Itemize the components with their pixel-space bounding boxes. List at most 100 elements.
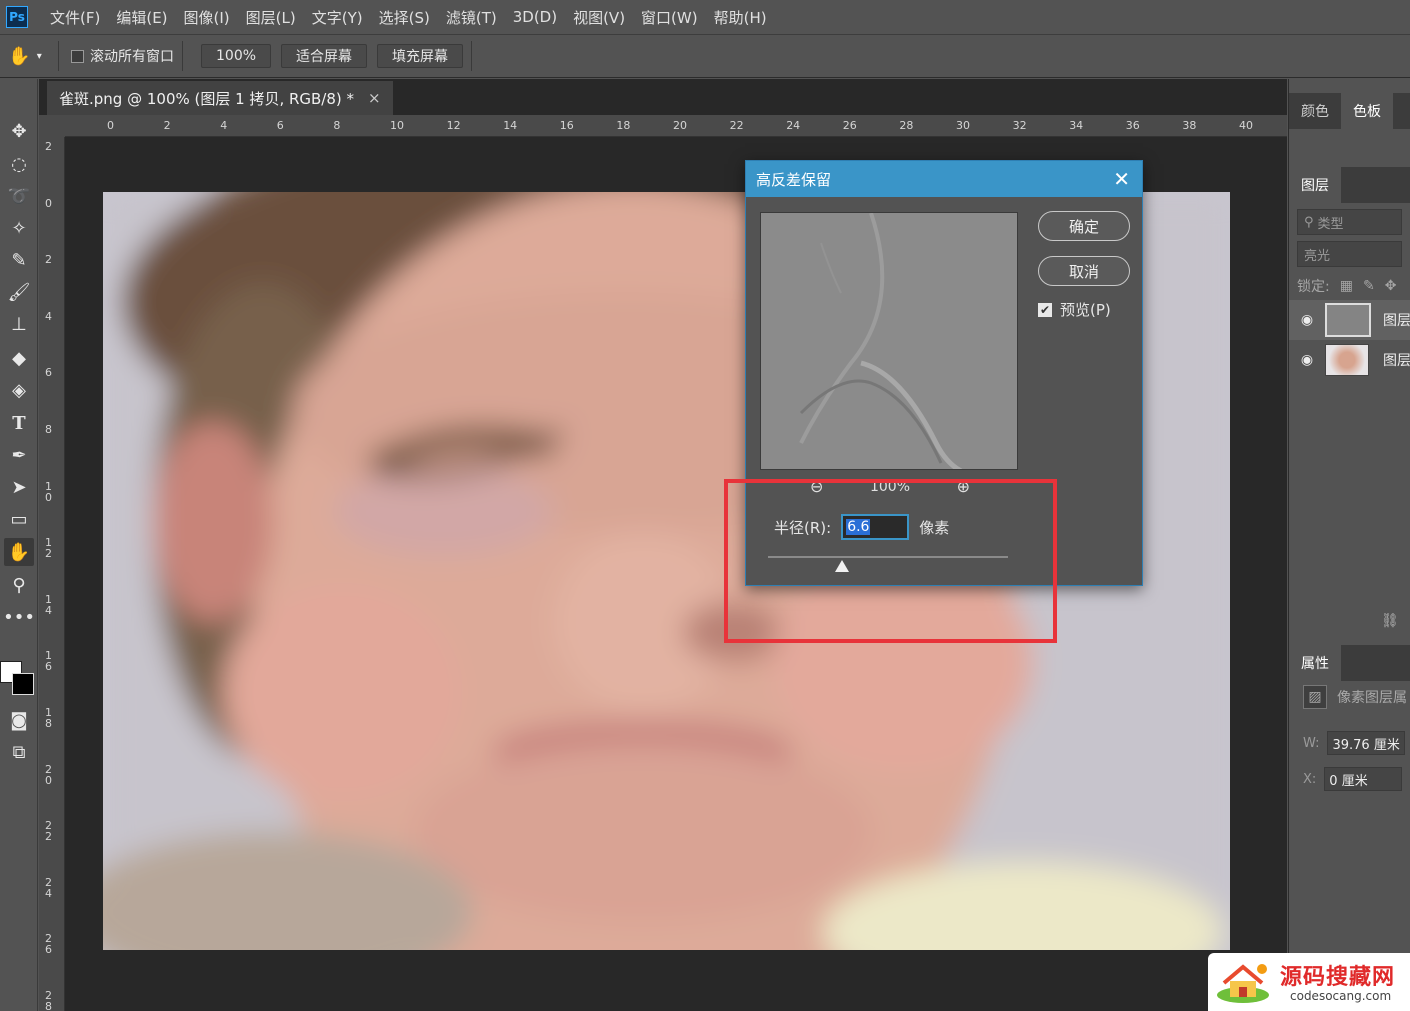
- lock-paint-icon[interactable]: ✎: [1363, 278, 1375, 294]
- hand-tool-icon[interactable]: ✋: [4, 538, 34, 566]
- pixel-layer-icon: ▨: [1303, 685, 1327, 709]
- visibility-eye-icon[interactable]: ◉: [1289, 352, 1325, 368]
- tab-properties[interactable]: 属性: [1289, 645, 1341, 681]
- ruler-v-label: 28: [45, 989, 52, 1011]
- ruler-v-label: 2: [45, 253, 52, 267]
- scroll-all-label: 滚动所有窗口: [90, 49, 174, 65]
- menu-view[interactable]: 视图(V): [565, 7, 633, 28]
- ruler-h-label: 30: [956, 119, 970, 132]
- type-tool-icon[interactable]: T: [4, 409, 34, 437]
- menu-filter[interactable]: 滤镜(T): [438, 7, 505, 28]
- lasso-tool-icon[interactable]: ➰: [4, 182, 34, 210]
- tool-panel: ✥ ◌ ➰ ✧ ✎ 🖌 ⊥ ◆ ◈ T ✒ ➤ ▭ ✋ ⚲ ••• ◙ ⧉: [0, 79, 38, 1011]
- fill-screen-button[interactable]: 填充屏幕: [377, 44, 464, 68]
- menu-layer[interactable]: 图层(L): [238, 7, 304, 28]
- watermark: 源码搜藏网 codesocang.com: [1208, 953, 1410, 1011]
- ok-button[interactable]: 确定: [1038, 211, 1130, 241]
- path-selection-tool-icon[interactable]: ➤: [4, 473, 34, 501]
- menu-select[interactable]: 选择(S): [371, 7, 438, 28]
- quick-mask-icon[interactable]: ◙: [4, 706, 34, 734]
- move-tool-icon[interactable]: ✥: [4, 117, 34, 145]
- layer-name: 图层: [1383, 353, 1410, 369]
- width-input[interactable]: 39.76 厘米: [1327, 731, 1406, 755]
- scroll-all-windows-toggle[interactable]: 滚动所有窗口: [71, 46, 174, 66]
- menu-type[interactable]: 文字(Y): [304, 7, 371, 28]
- magic-wand-tool-icon[interactable]: ✧: [4, 214, 34, 242]
- preview-checkbox[interactable]: ✔: [1038, 302, 1052, 317]
- document-tab-title: 雀斑.png @ 100% (图层 1 拷贝, RGB/8) *: [59, 89, 355, 108]
- eraser-tool-icon[interactable]: ◆: [4, 344, 34, 372]
- screen-mode-icon[interactable]: ⧉: [4, 738, 34, 766]
- ruler-h-label: 34: [1069, 119, 1084, 132]
- menu-image[interactable]: 图像(I): [176, 7, 238, 28]
- dialog-title: 高反差保留: [756, 170, 832, 189]
- properties-tabs: 属性: [1289, 645, 1410, 681]
- background-color-swatch[interactable]: [12, 673, 34, 695]
- lock-transparency-icon[interactable]: ▦: [1340, 278, 1353, 294]
- ruler-h-label: 20: [673, 119, 687, 132]
- rectangle-tool-icon[interactable]: ▭: [4, 505, 34, 533]
- menu-help[interactable]: 帮助(H): [706, 7, 775, 28]
- color-swatch-tabs: 颜色 色板: [1289, 93, 1410, 129]
- menu-bar: Ps 文件(F) 编辑(E) 图像(I) 图层(L) 文字(Y) 选择(S) 滤…: [0, 0, 1410, 34]
- filter-preview[interactable]: [760, 212, 1018, 470]
- layer-filter-field[interactable]: ⚲ 类型: [1297, 209, 1402, 235]
- watermark-subtitle: codesocang.com: [1290, 989, 1392, 1003]
- layer-row[interactable]: ◉ 图层: [1289, 300, 1410, 340]
- options-bar: ✋ ▾ 滚动所有窗口 100% 适合屏幕 填充屏幕: [0, 34, 1410, 78]
- ruler-h-label: 32: [1012, 119, 1027, 132]
- ruler-v-label: 22: [45, 819, 52, 844]
- close-icon[interactable]: ✕: [1113, 167, 1130, 191]
- paint-bucket-tool-icon[interactable]: ◈: [4, 376, 34, 404]
- menu-edit[interactable]: 编辑(E): [108, 7, 175, 28]
- eyedropper-tool-icon[interactable]: ✎: [4, 246, 34, 274]
- tab-layers[interactable]: 图层: [1289, 167, 1341, 203]
- ruler-h-label: 22: [729, 119, 744, 132]
- horizontal-ruler: 0 2 4 6 8 10 12 14 16 18 20 22 24 26 28 30 32 34 36 38 40: [65, 115, 1287, 137]
- document-tab[interactable]: 雀斑.png @ 100% (图层 1 拷贝, RGB/8) * ×: [47, 81, 393, 115]
- link-layers-icon[interactable]: ⛓: [1381, 613, 1399, 629]
- menu-window[interactable]: 窗口(W): [633, 7, 706, 28]
- highlight-annotation-box: [724, 479, 1057, 643]
- close-tab-icon[interactable]: ×: [368, 89, 381, 107]
- lock-position-icon[interactable]: ✥: [1385, 278, 1397, 294]
- ruler-v-label: 18: [45, 706, 52, 730]
- ruler-h-label: 28: [899, 119, 914, 132]
- x-input[interactable]: 0 厘米: [1324, 767, 1403, 791]
- preview-toggle[interactable]: ✔ 预览(P): [1038, 299, 1111, 320]
- ruler-h-label: 36: [1125, 119, 1140, 132]
- layer-row[interactable]: ◉ 图层: [1289, 341, 1410, 379]
- hand-tool-preset-icon[interactable]: ✋ ▾: [0, 41, 50, 71]
- visibility-eye-icon[interactable]: ◉: [1289, 312, 1325, 328]
- house-logo-icon: [1217, 964, 1269, 1003]
- ruler-h-label: 38: [1182, 119, 1197, 132]
- tab-color[interactable]: 颜色: [1289, 93, 1341, 129]
- dialog-title-bar[interactable]: 高反差保留 ✕: [746, 161, 1142, 197]
- ruler-v-label: 24: [45, 875, 52, 900]
- scroll-all-checkbox[interactable]: [71, 49, 84, 63]
- fit-screen-button[interactable]: 适合屏幕: [281, 44, 368, 68]
- ruler-h-label: 10: [390, 119, 404, 132]
- brush-tool-icon[interactable]: 🖌: [4, 278, 34, 306]
- menu-3d[interactable]: 3D(D): [505, 8, 565, 26]
- pen-tool-icon[interactable]: ✒: [4, 441, 34, 469]
- menu-file[interactable]: 文件(F): [42, 7, 108, 28]
- stamp-tool-icon[interactable]: ⊥: [4, 310, 34, 338]
- ruler-h-label: 24: [786, 119, 801, 132]
- more-tools-icon[interactable]: •••: [3, 603, 35, 631]
- ruler-v-label: 16: [45, 649, 52, 674]
- blend-mode-select[interactable]: 亮光: [1297, 241, 1402, 267]
- right-panels: 颜色 色板 图层 ⚲ 类型 亮光 锁定: ▦ ✎ ✥ ◉ 图层 ◉ 图层 ⛓ 属…: [1288, 79, 1410, 1011]
- marquee-tool-icon[interactable]: ◌: [4, 150, 34, 178]
- zoom-tool-icon[interactable]: ⚲: [4, 571, 34, 599]
- ruler-v-label: 8: [45, 423, 52, 436]
- tab-swatches[interactable]: 色板: [1341, 93, 1393, 129]
- zoom-100-button[interactable]: 100%: [201, 44, 272, 68]
- ruler-h-label: 4: [220, 119, 228, 132]
- search-icon: ⚲: [1304, 214, 1314, 230]
- photoshop-logo-icon: Ps: [6, 6, 28, 28]
- ruler-h-label: 14: [503, 119, 518, 132]
- vertical-ruler: 2 0 2 4 6 8 10 12 14 16 18 20 22 24 26 28: [39, 137, 65, 1011]
- cancel-button[interactable]: 取消: [1038, 256, 1130, 286]
- layer-filter-label: 类型: [1317, 216, 1344, 232]
